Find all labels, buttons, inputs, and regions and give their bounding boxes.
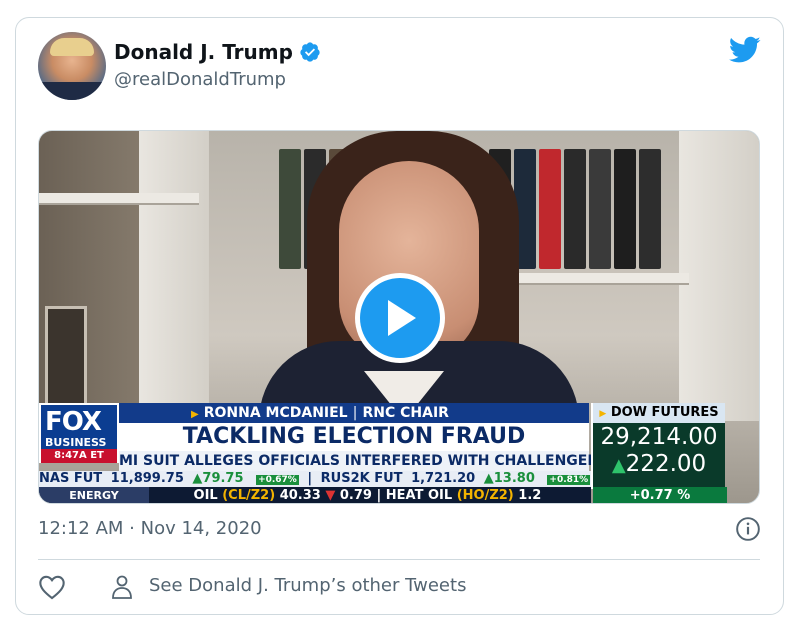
verified-badge-icon	[300, 42, 320, 62]
tweet-timestamp[interactable]: 12:12 AM · Nov 14, 2020	[38, 518, 262, 539]
twitter-bird-icon[interactable]	[729, 36, 761, 64]
video-player[interactable]: FOX BUSINESS 8:47A ET ▶ RONNA MCDANIEL | …	[38, 130, 760, 504]
heart-icon[interactable]	[38, 574, 66, 600]
shelf-column	[139, 131, 209, 421]
divider	[38, 559, 760, 560]
play-icon	[388, 300, 416, 336]
dow-futures-box: ▶ DOW FUTURES 29,214.00 ▲222.00 +0.77 %	[591, 403, 727, 503]
ticker-energy: ENERGY OIL (CL/Z2) 40.33 ▼ 0.79 | HEAT O…	[39, 487, 591, 503]
tweet-card[interactable]: Donald J. Trump @realDonaldTrump FOX BUS…	[15, 17, 784, 615]
guest-name-bar: ▶ RONNA MCDANIEL | RNC CHAIR	[119, 403, 589, 423]
see-other-tweets-link[interactable]: See Donald J. Trump’s other Tweets	[149, 575, 466, 596]
ticker-markets: NAS FUT 11,899.75 ▲79.75 +0.67% | RUS2K …	[39, 471, 591, 487]
author-name[interactable]: Donald J. Trump	[114, 40, 293, 64]
author-name-row[interactable]: Donald J. Trump	[114, 40, 321, 64]
dow-percent: +0.77	[629, 488, 673, 503]
picture-frame	[45, 306, 87, 411]
chyron-subheadline: MI SUIT ALLEGES OFFICIALS INTERFERED WIT…	[119, 451, 609, 471]
broadcast-clock: 8:47A ET	[41, 449, 117, 463]
play-button[interactable]	[355, 273, 445, 363]
dow-change: 222.00	[625, 451, 707, 477]
author-handle[interactable]: @realDonaldTrump	[114, 69, 286, 90]
news-chyron: FOX BUSINESS 8:47A ET ▶ RONNA MCDANIEL | …	[39, 403, 759, 503]
person-icon[interactable]	[110, 574, 134, 600]
dow-value: 29,214.00	[600, 424, 718, 450]
network-logo: FOX BUSINESS 8:47A ET	[39, 403, 119, 463]
avatar[interactable]	[38, 32, 106, 100]
shelf-column-right	[679, 131, 759, 421]
chyron-headline: TACKLING ELECTION FRAUD	[119, 423, 589, 451]
info-icon[interactable]	[735, 516, 761, 542]
